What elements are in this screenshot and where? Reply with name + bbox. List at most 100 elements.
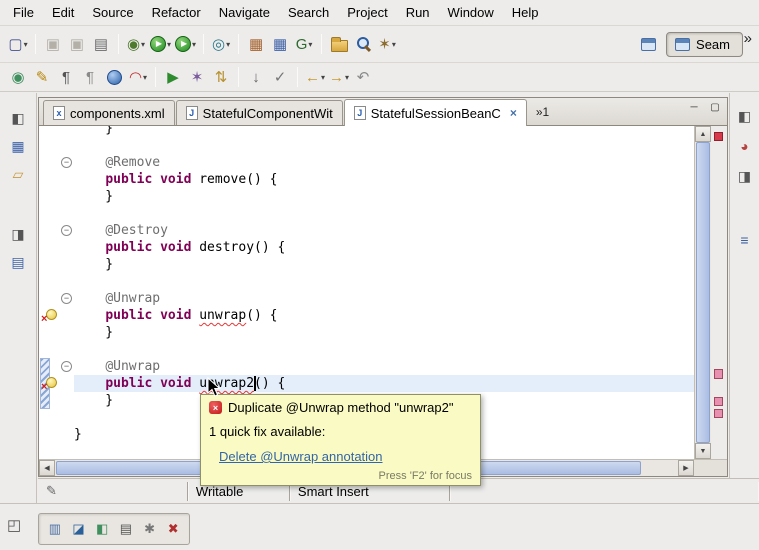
profile-button[interactable]: ◠▾ xyxy=(126,64,150,90)
toolbar-overflow-chevron-icon[interactable]: » xyxy=(744,30,752,47)
menu-search[interactable]: Search xyxy=(279,2,338,23)
palette-view-button[interactable]: ◕ xyxy=(733,135,757,157)
scroll-right-icon[interactable]: ▶ xyxy=(678,460,694,476)
code-line[interactable]: public void unwrap() { xyxy=(74,307,694,324)
run-button[interactable]: ▶▾ xyxy=(148,31,173,57)
code-line[interactable]: } xyxy=(74,188,694,205)
code-line[interactable]: public void unwrap2() { xyxy=(74,375,694,392)
overview-pink-marker[interactable] xyxy=(714,409,723,418)
tab-components-xml[interactable]: xcomponents.xml xyxy=(43,100,175,125)
menu-project[interactable]: Project xyxy=(338,2,396,23)
fold-collapse-icon[interactable]: − xyxy=(61,225,72,236)
tab-statefulcomponentwit[interactable]: JStatefulComponentWit xyxy=(176,100,343,125)
outline-view-button[interactable]: ≡ xyxy=(733,229,757,251)
new-component-button[interactable]: ▦ xyxy=(244,31,268,57)
menu-source[interactable]: Source xyxy=(83,2,142,23)
annotation-wand-button[interactable]: ✶▾ xyxy=(375,31,399,57)
mark-occurrences-button[interactable]: ✓ xyxy=(268,64,292,90)
run-server-button[interactable]: ◎▾ xyxy=(209,31,233,57)
back-button[interactable]: ←▾ xyxy=(303,64,327,90)
menu-edit[interactable]: Edit xyxy=(43,2,83,23)
maximize-button[interactable]: ▢ xyxy=(707,100,723,114)
ant-view-button[interactable]: ✱ xyxy=(140,519,160,539)
restore-view3-button[interactable]: ◨ xyxy=(733,165,757,187)
toolbar-separator xyxy=(35,34,36,54)
vertical-scrollbar[interactable]: ▲ ▼ xyxy=(694,126,711,459)
code-line[interactable] xyxy=(74,273,694,290)
fast-view-button[interactable]: ◰ xyxy=(7,516,21,534)
run-external-button[interactable]: ▶▾ xyxy=(173,31,198,57)
overview-ruler xyxy=(711,126,727,459)
problems-view-button[interactable]: ▥ xyxy=(45,519,65,539)
open-folder-button[interactable] xyxy=(327,31,351,57)
package-explorer-view-button[interactable]: ▱ xyxy=(6,163,30,185)
scroll-left-icon[interactable]: ◀ xyxy=(39,460,55,476)
javadoc-view-button[interactable]: ◪ xyxy=(69,519,89,539)
menu-help[interactable]: Help xyxy=(503,2,548,23)
menu-window[interactable]: Window xyxy=(439,2,503,23)
run-last-button[interactable]: ▶ xyxy=(161,64,185,90)
code-line[interactable] xyxy=(74,137,694,154)
code-line[interactable]: @Remove xyxy=(74,154,694,171)
console-view-button[interactable]: ▤ xyxy=(116,519,136,539)
scroll-up-icon[interactable]: ▲ xyxy=(695,126,711,142)
overview-pink-marker[interactable] xyxy=(714,369,723,379)
fold-collapse-icon[interactable]: − xyxy=(61,157,72,168)
code-line[interactable]: @Unwrap xyxy=(74,358,694,375)
menu-refactor[interactable]: Refactor xyxy=(143,2,210,23)
restore-view-button[interactable]: ◧ xyxy=(6,107,30,129)
code-line[interactable]: @Unwrap xyxy=(74,290,694,307)
error-log-view-button[interactable]: ✖ xyxy=(163,519,183,539)
fold-collapse-icon[interactable]: − xyxy=(61,361,72,372)
scroll-down-icon[interactable]: ▼ xyxy=(695,443,711,459)
web-browser-button[interactable] xyxy=(102,64,126,90)
search-button[interactable] xyxy=(351,31,375,57)
menu-run[interactable]: Run xyxy=(397,2,439,23)
code-line[interactable]: } xyxy=(74,256,694,273)
connect-button[interactable]: ◉ xyxy=(6,64,30,90)
menu-navigate[interactable]: Navigate xyxy=(210,2,279,23)
code-line[interactable] xyxy=(74,205,694,222)
overview-pink-marker[interactable] xyxy=(714,397,723,406)
show-whitespace-button[interactable]: ¶ xyxy=(78,64,102,90)
new-table-button[interactable]: ▦ xyxy=(268,31,292,57)
declaration-view-button[interactable]: ◧ xyxy=(92,519,112,539)
fold-ruler-row xyxy=(59,205,74,222)
seam-components-view-button[interactable]: ▦ xyxy=(6,135,30,157)
minimize-button[interactable]: ─ xyxy=(686,100,702,114)
fold-collapse-icon[interactable]: − xyxy=(61,293,72,304)
debug-button[interactable]: ◉▾ xyxy=(124,31,148,57)
delete-unwrap-annotation-link[interactable]: Delete @Unwrap annotation xyxy=(219,449,383,464)
code-line[interactable] xyxy=(74,341,694,358)
print-button[interactable]: ▤ xyxy=(89,31,113,57)
brush-button[interactable]: ✎ xyxy=(30,64,54,90)
fold-ruler-row xyxy=(59,239,74,256)
restore-editor-button[interactable]: ◧ xyxy=(733,105,757,127)
open-perspective-button[interactable] xyxy=(636,31,660,57)
properties-view-button[interactable]: ▤ xyxy=(6,251,30,273)
code-line[interactable]: } xyxy=(74,126,694,137)
marker-ruler-row xyxy=(39,222,59,239)
generate-button[interactable]: G▾ xyxy=(292,31,316,57)
updown-arrows-button[interactable]: ⇅ xyxy=(209,64,233,90)
new-jar-button[interactable]: ✶ xyxy=(185,64,209,90)
code-line[interactable]: public void remove() { xyxy=(74,171,694,188)
seam-perspective-button[interactable]: Seam xyxy=(666,32,743,57)
menu-file[interactable]: File xyxy=(4,2,43,23)
quickfix-count: 1 quick fix available: xyxy=(209,424,472,439)
code-line[interactable]: public void destroy() { xyxy=(74,239,694,256)
last-edit-location-button[interactable]: ↶ xyxy=(351,64,375,90)
new-wizard-button[interactable]: ▢▾ xyxy=(6,31,30,57)
sort-button[interactable]: ↓ xyxy=(244,64,268,90)
tab-statefulsessionbeanc[interactable]: JStatefulSessionBeanC× xyxy=(344,99,527,126)
vertical-scroll-thumb[interactable] xyxy=(696,142,710,443)
overview-error-marker[interactable] xyxy=(714,132,723,141)
hidden-tabs-indicator[interactable]: »1 xyxy=(536,105,549,119)
code-line[interactable]: @Destroy xyxy=(74,222,694,239)
close-tab-icon[interactable]: × xyxy=(510,106,517,120)
forward-button[interactable]: →▾ xyxy=(327,64,351,90)
restore-view2-button[interactable]: ◨ xyxy=(6,223,30,245)
format-button[interactable]: ¶ xyxy=(54,64,78,90)
run-external-icon: ▶ xyxy=(175,36,191,52)
code-line[interactable]: } xyxy=(74,324,694,341)
